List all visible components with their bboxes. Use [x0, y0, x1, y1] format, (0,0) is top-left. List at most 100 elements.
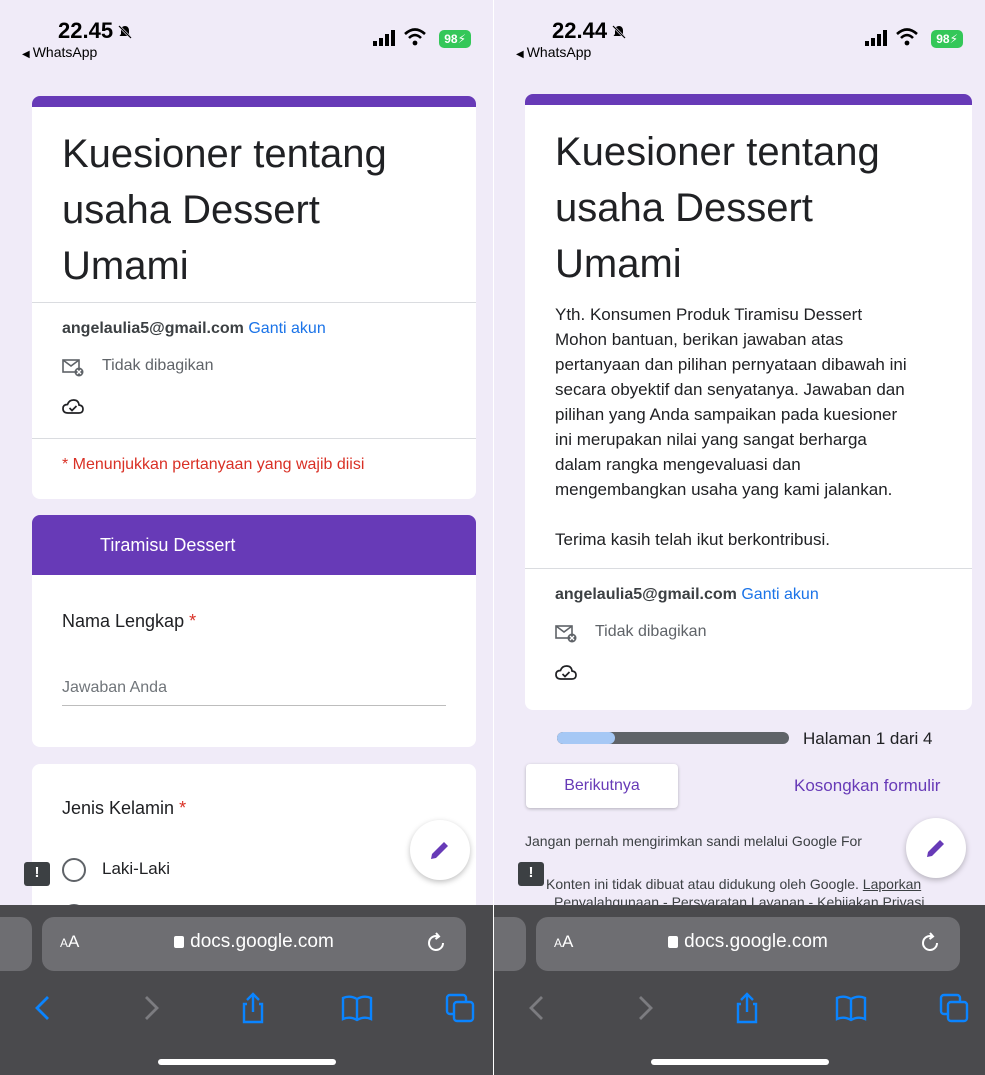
progress-bar [557, 732, 789, 744]
description-line: Yth. Konsumen Produk Tiramisu Dessert [555, 305, 863, 324]
required-asterisk: * [179, 798, 187, 818]
back-triangle-icon: ◀ [516, 49, 524, 60]
form-title: Kuesioner tentang usaha Dessert Umami [62, 126, 456, 294]
back-to-app-link[interactable]: ◀ WhatsApp [516, 44, 591, 60]
forward-icon[interactable] [628, 991, 662, 1025]
required-asterisk: * [189, 611, 197, 631]
tabs-icon[interactable] [938, 991, 972, 1025]
progress-fill [557, 732, 615, 744]
back-triangle-icon: ◀ [22, 49, 30, 60]
status-bar: 22.44 ◀ WhatsApp 98⚡ [494, 0, 985, 70]
charging-bolt-icon: ⚡ [457, 32, 466, 46]
mail-not-shared-icon [62, 359, 84, 377]
account-row: angelaulia5@gmail.com Ganti akun [555, 586, 819, 604]
question-card-nama: Nama Lengkap * Jawaban Anda [32, 575, 476, 747]
battery-level: 98 [936, 32, 950, 46]
time-text: 22.45 [58, 18, 114, 43]
bookmarks-icon[interactable] [340, 991, 374, 1025]
charging-bolt-icon: ⚡ [949, 32, 958, 46]
pencil-icon [927, 840, 944, 857]
short-answer-input[interactable]: Jawaban Anda [62, 679, 446, 706]
back-to-app-link[interactable]: ◀ WhatsApp [22, 44, 97, 60]
left-phone-screen: 22.45 ◀ WhatsApp 98⚡ Kuesioner tentang us… [0, 0, 493, 1075]
description-line: Mohon bantuan, berikan jawaban atas [555, 330, 844, 349]
status-time: 22.44 [552, 18, 627, 44]
feedback-button[interactable]: ! [24, 862, 50, 886]
form-title-line: usaha Dessert [555, 186, 813, 230]
radio-option-label: Laki-Laki [102, 859, 171, 878]
question-label: Jenis Kelamin * [62, 798, 186, 819]
address-bar[interactable]: AA docs.google.com [536, 917, 960, 971]
header-accent-bar [525, 94, 972, 105]
share-icon[interactable] [730, 991, 764, 1025]
form-title-line: Umami [555, 242, 682, 286]
back-app-label: WhatsApp [526, 44, 592, 60]
cloud-saved-icon [62, 399, 84, 414]
signal-icon [373, 30, 395, 46]
header-divider [525, 568, 972, 569]
thanks-line: Terima kasih telah ikut berkontribusi. [555, 530, 830, 549]
form-header-card: Kuesioner tentang usaha Dessert Umami an… [32, 96, 476, 499]
browser-nav-icons [0, 991, 493, 1031]
home-indicator[interactable] [157, 1059, 336, 1065]
footer-disclaimer: Konten ini tidak dibuat atau didukung ol… [546, 876, 921, 892]
question-label-text: Nama Lengkap [62, 611, 185, 631]
description-line: secara obyektif dan senyatanya. Jawaban … [555, 380, 905, 399]
section-header: Tiramisu Dessert [32, 515, 476, 575]
url-domain: docs.google.com [536, 931, 960, 953]
header-accent-bar [32, 96, 476, 107]
cloud-saved-icon [555, 665, 577, 680]
required-note: * Menunjukkan pertanyaan yang wajib diis… [62, 456, 365, 473]
description-line: dalam rangka mengevaluasi dan [555, 455, 801, 474]
right-phone-screen: 22.44 ◀ WhatsApp 98⚡ Kuesioner tentang us… [493, 0, 985, 1075]
description-line: mengembangkan usaha yang kami jalankan. [555, 480, 893, 499]
answer-placeholder: Jawaban Anda [62, 679, 167, 696]
previous-tab-stub[interactable] [0, 917, 32, 971]
edit-fab-button[interactable] [410, 820, 470, 880]
tabs-icon[interactable] [444, 991, 478, 1025]
address-bar[interactable]: AA docs.google.com [42, 917, 466, 971]
battery-level: 98 [444, 32, 458, 46]
question-label-text: Jenis Kelamin [62, 798, 175, 818]
back-icon[interactable] [26, 991, 60, 1025]
not-endorsed-text: Konten ini tidak dibuat atau didukung ol… [546, 876, 859, 892]
description-line: pertanyaan dan pilihan pernyataan dibawa… [555, 355, 907, 374]
domain-text: docs.google.com [190, 931, 334, 952]
edit-fab-button[interactable] [906, 818, 966, 878]
next-button[interactable]: Berikutnya [526, 764, 678, 808]
forward-icon[interactable] [134, 991, 168, 1025]
switch-account-link[interactable]: Ganti akun [741, 586, 818, 603]
account-email: angelaulia5@gmail.com [62, 320, 244, 337]
bell-muted-icon [118, 25, 132, 40]
reload-icon[interactable] [918, 931, 942, 955]
section-title: Tiramisu Dessert [100, 535, 236, 555]
header-divider [32, 438, 476, 439]
share-icon[interactable] [236, 991, 270, 1025]
form-title-line: Kuesioner tentang [555, 130, 880, 174]
lock-icon [668, 936, 679, 948]
reload-icon[interactable] [424, 931, 448, 955]
feedback-button[interactable]: ! [518, 862, 544, 886]
bell-muted-icon [612, 25, 626, 40]
question-label: Nama Lengkap * [62, 611, 196, 632]
radio-button[interactable] [62, 858, 86, 882]
previous-tab-stub[interactable] [494, 917, 526, 971]
back-icon[interactable] [520, 991, 554, 1025]
wifi-icon [404, 28, 426, 46]
form-title-line: usaha Dessert [62, 188, 320, 232]
bookmarks-icon[interactable] [834, 991, 868, 1025]
back-app-label: WhatsApp [32, 44, 98, 60]
switch-account-link[interactable]: Ganti akun [248, 320, 325, 337]
home-indicator[interactable] [650, 1059, 829, 1065]
description-line: ini merupakan nilai yang sangat berharga [555, 430, 867, 449]
report-abuse-link[interactable]: Laporkan [863, 876, 921, 892]
pencil-icon [431, 842, 448, 859]
signal-icon [865, 30, 887, 46]
form-title-line: Umami [62, 244, 189, 288]
battery-indicator: 98⚡ [439, 30, 471, 48]
page-indicator: Halaman 1 dari 4 [803, 729, 933, 748]
browser-toolbar: AA docs.google.com [0, 905, 493, 1075]
time-text: 22.44 [552, 18, 608, 43]
clear-form-button[interactable]: Kosongkan formulir [794, 776, 940, 796]
